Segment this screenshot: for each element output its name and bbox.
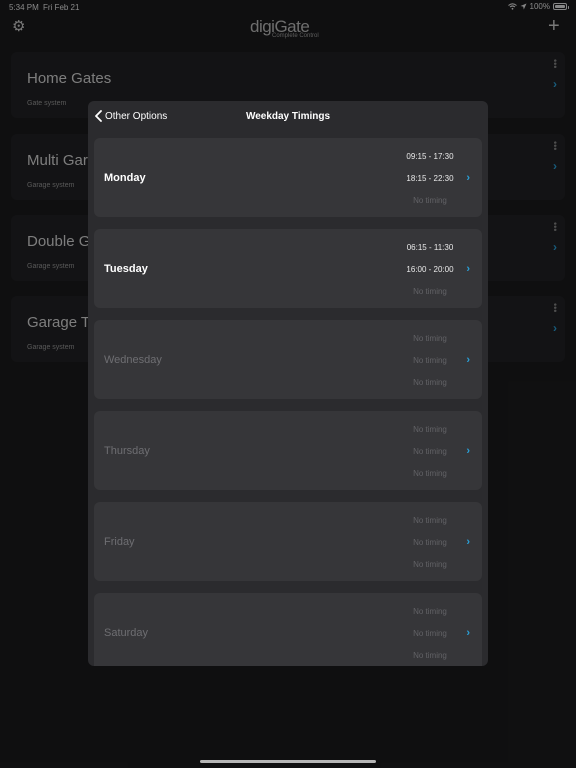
modal-title: Weekday Timings	[245, 111, 331, 122]
day-row-wednesday[interactable]: Wednesday No timing No timing No timing …	[94, 320, 482, 399]
day-row-tuesday[interactable]: Tuesday 06:15 - 11:30 16:00 - 20:00 No t…	[94, 229, 482, 308]
timing-slot: No timing	[413, 334, 447, 343]
chevron-right-icon[interactable]: ›	[466, 172, 470, 184]
timing-slot: No timing	[413, 378, 447, 387]
day-name: Monday	[104, 172, 146, 184]
timing-slot: 18:15 - 22:30	[406, 174, 454, 183]
day-row-monday[interactable]: Monday 09:15 - 17:30 18:15 - 22:30 No ti…	[94, 138, 482, 217]
chevron-right-icon[interactable]: ›	[466, 445, 470, 457]
timing-slot: No timing	[413, 287, 447, 296]
day-name: Friday	[104, 536, 135, 548]
timing-slot: No timing	[413, 560, 447, 569]
timing-slot: 09:15 - 17:30	[406, 152, 454, 161]
timing-slot: No timing	[413, 607, 447, 616]
weekday-timings-modal: Other Options Weekday Timings Monday 09:…	[88, 101, 488, 666]
day-name: Tuesday	[104, 263, 148, 275]
chevron-right-icon[interactable]: ›	[466, 354, 470, 366]
timing-slot: No timing	[413, 447, 447, 456]
chevron-right-icon[interactable]: ›	[466, 263, 470, 275]
day-row-friday[interactable]: Friday No timing No timing No timing ›	[94, 502, 482, 581]
day-row-thursday[interactable]: Thursday No timing No timing No timing ›	[94, 411, 482, 490]
day-name: Saturday	[104, 627, 149, 639]
timing-slot: No timing	[413, 469, 447, 478]
timing-slot: No timing	[413, 629, 447, 638]
timing-slot: No timing	[413, 651, 447, 660]
chevron-right-icon[interactable]: ›	[466, 536, 470, 548]
timing-slot: No timing	[413, 196, 447, 205]
day-name: Thursday	[104, 445, 150, 457]
day-name: Wednesday	[104, 354, 162, 366]
timing-slot: No timing	[413, 425, 447, 434]
timing-slot: No timing	[413, 538, 447, 547]
home-indicator[interactable]	[200, 760, 376, 763]
timing-slot: No timing	[413, 356, 447, 365]
timing-slot: 06:15 - 11:30	[406, 243, 454, 252]
chevron-right-icon[interactable]: ›	[466, 627, 470, 639]
day-row-saturday[interactable]: Saturday No timing No timing No timing ›	[94, 593, 482, 666]
modal-header: Other Options Weekday Timings	[88, 101, 488, 133]
timing-slot: 16:00 - 20:00	[406, 265, 454, 274]
timing-slot: No timing	[413, 516, 447, 525]
